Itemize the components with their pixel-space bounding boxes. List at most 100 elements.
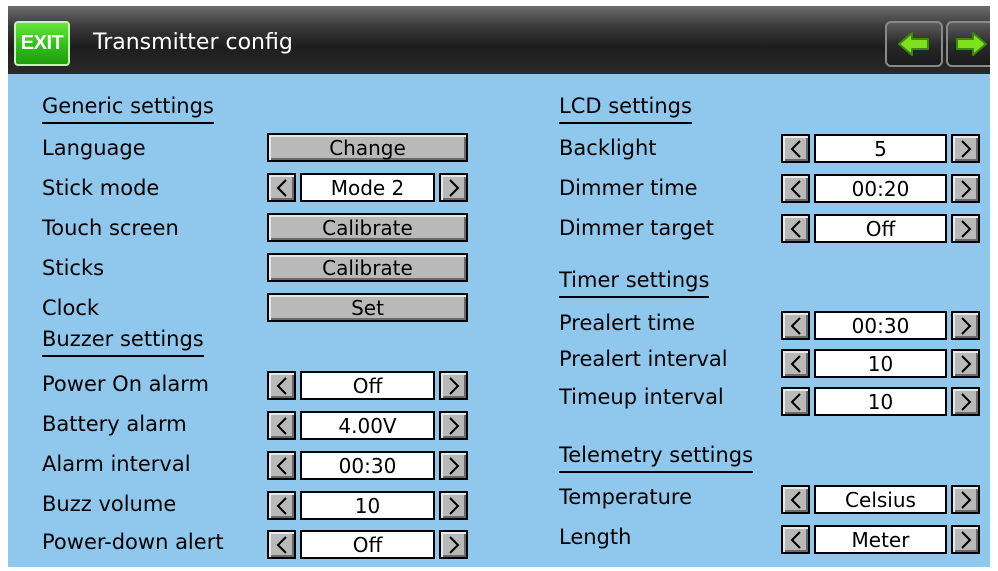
power-down-alert-value: Off <box>300 530 435 559</box>
chevron-left-icon <box>790 490 801 509</box>
chevron-right-icon <box>960 354 971 373</box>
chevron-right-icon <box>448 178 459 197</box>
power-on-alarm-label: Power On alarm <box>42 372 209 396</box>
backlight-decrement-button[interactable] <box>781 134 810 163</box>
alarm-interval-value: 00:30 <box>300 451 435 480</box>
stick-mode-decrement-button[interactable] <box>267 173 296 202</box>
chevron-left-icon <box>790 179 801 198</box>
buzz-volume-increment-button[interactable] <box>439 491 468 520</box>
stick-mode-selector: Mode 2 <box>267 173 468 202</box>
stick-mode-label: Stick mode <box>42 176 160 200</box>
chevron-right-icon <box>448 496 459 515</box>
chevron-right-icon <box>448 535 459 554</box>
power-down-alert-increment-button[interactable] <box>439 530 468 559</box>
prealert-time-label: Prealert time <box>559 311 695 335</box>
prealert-time-value: 00:30 <box>814 311 947 340</box>
battery-alarm-selector: 4.00V <box>267 411 468 440</box>
language-change-button[interactable]: Change <box>267 133 468 162</box>
exit-button[interactable]: EXIT <box>14 21 70 66</box>
chevron-right-icon <box>960 219 971 238</box>
clock-label: Clock <box>42 296 100 320</box>
prealert-time-decrement-button[interactable] <box>781 311 810 340</box>
power-down-alert-label: Power-down alert <box>42 530 224 554</box>
prealert-interval-value: 10 <box>814 349 947 378</box>
length-value: Meter <box>814 525 947 554</box>
alarm-interval-decrement-button[interactable] <box>267 451 296 480</box>
power-on-alarm-value: Off <box>300 371 435 400</box>
length-decrement-button[interactable] <box>781 525 810 554</box>
dimmer-target-increment-button[interactable] <box>951 214 980 243</box>
chevron-left-icon <box>790 219 801 238</box>
touch-screen-calibrate-button[interactable]: Calibrate <box>267 213 468 242</box>
alarm-interval-label: Alarm interval <box>42 452 191 476</box>
power-down-alert-selector: Off <box>267 530 468 559</box>
chevron-right-icon <box>448 376 459 395</box>
dimmer-time-increment-button[interactable] <box>951 174 980 203</box>
chevron-left-icon <box>790 530 801 549</box>
temperature-value: Celsius <box>814 485 947 514</box>
prealert-time-increment-button[interactable] <box>951 311 980 340</box>
telemetry-settings-heading: Telemetry settings <box>559 443 754 473</box>
length-label: Length <box>559 525 632 549</box>
previous-page-button[interactable] <box>885 21 943 67</box>
next-page-button[interactable] <box>946 21 990 67</box>
length-increment-button[interactable] <box>951 525 980 554</box>
battery-alarm-value: 4.00V <box>300 411 435 440</box>
prealert-interval-label: Prealert interval <box>559 347 728 371</box>
arrow-left-icon <box>898 32 929 56</box>
length-selector: Meter <box>781 525 980 554</box>
stick-mode-increment-button[interactable] <box>439 173 468 202</box>
chevron-left-icon <box>790 139 801 158</box>
buzz-volume-decrement-button[interactable] <box>267 491 296 520</box>
timer-settings-heading: Timer settings <box>559 268 710 298</box>
buzz-volume-selector: 10 <box>267 491 468 520</box>
power-down-alert-decrement-button[interactable] <box>267 530 296 559</box>
prealert-interval-selector: 10 <box>781 349 980 378</box>
alarm-interval-increment-button[interactable] <box>439 451 468 480</box>
chevron-right-icon <box>960 392 971 411</box>
backlight-increment-button[interactable] <box>951 134 980 163</box>
temperature-decrement-button[interactable] <box>781 485 810 514</box>
dimmer-target-value: Off <box>814 214 947 243</box>
sticks-label: Sticks <box>42 256 105 280</box>
power-on-alarm-selector: Off <box>267 371 468 400</box>
timeup-interval-label: Timeup interval <box>559 385 724 409</box>
sticks-calibrate-button[interactable]: Calibrate <box>267 253 468 282</box>
chevron-left-icon <box>276 178 287 197</box>
chevron-right-icon <box>960 179 971 198</box>
dimmer-time-selector: 00:20 <box>781 174 980 203</box>
dimmer-target-decrement-button[interactable] <box>781 214 810 243</box>
timeup-interval-value: 10 <box>814 387 947 416</box>
arrow-right-icon <box>956 32 987 56</box>
dimmer-time-decrement-button[interactable] <box>781 174 810 203</box>
dimmer-target-selector: Off <box>781 214 980 243</box>
dimmer-time-label: Dimmer time <box>559 176 698 200</box>
timeup-interval-increment-button[interactable] <box>951 387 980 416</box>
dimmer-target-label: Dimmer target <box>559 216 714 240</box>
chevron-right-icon <box>448 416 459 435</box>
battery-alarm-increment-button[interactable] <box>439 411 468 440</box>
prealert-interval-increment-button[interactable] <box>951 349 980 378</box>
temperature-increment-button[interactable] <box>951 485 980 514</box>
chevron-left-icon <box>276 456 287 475</box>
backlight-value: 5 <box>814 134 947 163</box>
chevron-left-icon <box>276 535 287 554</box>
chevron-right-icon <box>960 490 971 509</box>
prealert-interval-decrement-button[interactable] <box>781 349 810 378</box>
clock-set-button[interactable]: Set <box>267 293 468 322</box>
chevron-left-icon <box>790 354 801 373</box>
dimmer-time-value: 00:20 <box>814 174 947 203</box>
timeup-interval-decrement-button[interactable] <box>781 387 810 416</box>
power-on-alarm-increment-button[interactable] <box>439 371 468 400</box>
chevron-left-icon <box>276 496 287 515</box>
generic-settings-heading: Generic settings <box>42 94 214 124</box>
chevron-left-icon <box>790 316 801 335</box>
power-on-alarm-decrement-button[interactable] <box>267 371 296 400</box>
chevron-right-icon <box>960 530 971 549</box>
chevron-right-icon <box>448 456 459 475</box>
page-title: Transmitter config <box>93 30 293 55</box>
battery-alarm-label: Battery alarm <box>42 412 187 436</box>
chevron-right-icon <box>960 316 971 335</box>
battery-alarm-decrement-button[interactable] <box>267 411 296 440</box>
temperature-selector: Celsius <box>781 485 980 514</box>
